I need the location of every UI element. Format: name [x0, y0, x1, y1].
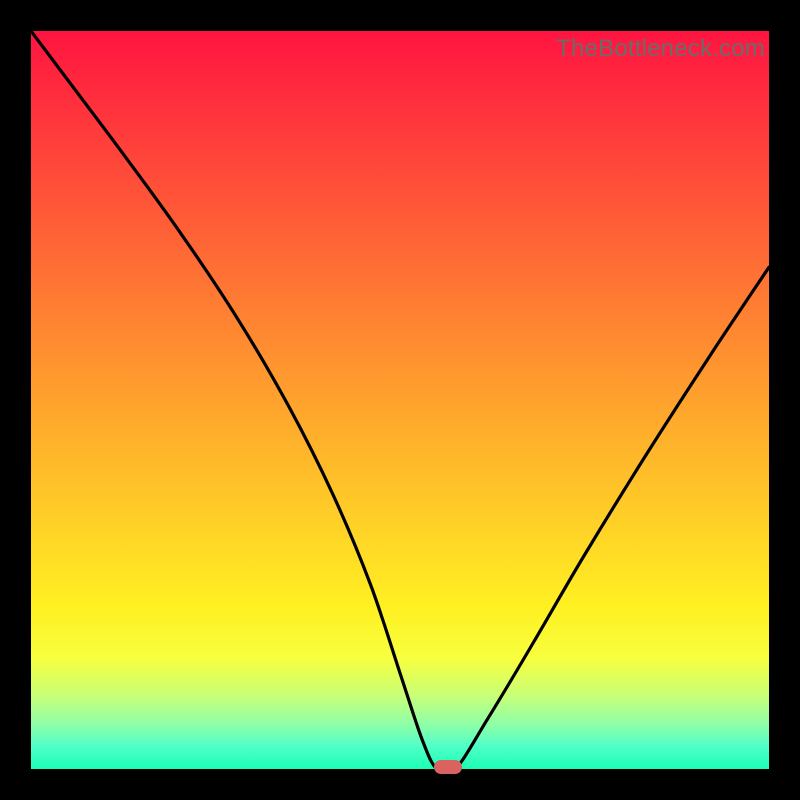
chart-frame: TheBottleneck.com [0, 0, 800, 800]
bottleneck-curve [31, 31, 769, 769]
plot-area: TheBottleneck.com [31, 31, 769, 769]
curve-path [31, 31, 769, 769]
optimal-marker [434, 760, 462, 774]
